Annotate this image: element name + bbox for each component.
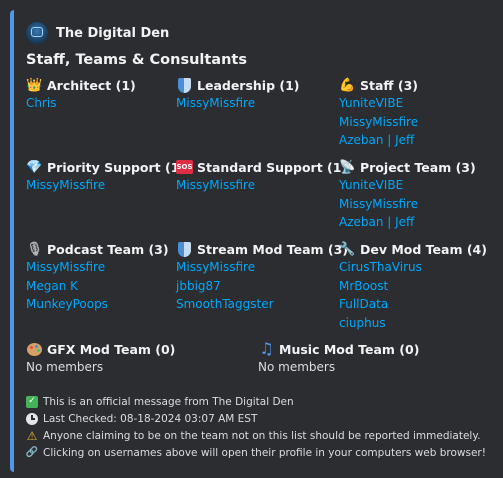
field-gfx-mod-team: GFX Mod Team (0) No members: [26, 340, 246, 377]
member-link[interactable]: MissyMissfire: [176, 94, 336, 113]
footer-text: This is an official message from The Dig…: [43, 395, 294, 408]
link-icon: 🔗: [25, 446, 39, 458]
member-link[interactable]: YuniteVIBE: [339, 94, 499, 113]
member-list: MissyMissfire: [176, 176, 336, 195]
footer-text: Last Checked: 08-18-2024 03:07 AM EST: [43, 412, 258, 425]
crown-icon: 👑: [26, 77, 43, 93]
member-link[interactable]: Azeban | Jeff: [339, 131, 499, 150]
footer-line: ⚠ Anyone claiming to be on the team not …: [26, 427, 491, 444]
empty-members-text: No members: [258, 360, 336, 374]
empty-members-text: No members: [26, 360, 104, 374]
field-title: Podcast Team (3): [47, 241, 169, 257]
field-title: Staff (3): [360, 77, 419, 93]
field-project-team: 📡 Project Team (3) YuniteVIBE MissyMissf…: [339, 158, 499, 232]
field-title: Project Team (3): [360, 159, 476, 175]
sos-icon: SOS: [176, 160, 193, 174]
field-title: GFX Mod Team (0): [47, 341, 176, 357]
flexed-biceps-icon: 💪: [339, 77, 356, 93]
field-title: Priority Support (1): [47, 159, 186, 175]
footer-text: Anyone claiming to be on the team not on…: [43, 429, 481, 442]
member-list: MissyMissfire Megan K MunkeyPoops: [26, 258, 186, 314]
field-title: Architect (1): [47, 77, 136, 93]
digital-den-logo-icon: [26, 22, 48, 44]
member-link[interactable]: MissyMissfire: [176, 176, 336, 195]
satellite-dish-icon: 📡: [339, 159, 356, 175]
field-staff: 💪 Staff (3) YuniteVIBE MissyMissfire Aze…: [339, 76, 499, 150]
field-priority-support: 💎 Priority Support (1) MissyMissfire: [26, 158, 186, 195]
field-title: Dev Mod Team (4): [360, 241, 487, 257]
field-architect: 👑 Architect (1) Chris: [26, 76, 186, 113]
member-link[interactable]: MissyMissfire: [176, 258, 336, 277]
member-link[interactable]: MissyMissfire: [339, 195, 499, 214]
musical-notes-icon: ♫: [259, 339, 274, 358]
embed-footer-notes: ✓ This is an official message from The D…: [26, 393, 491, 461]
warning-icon: ⚠: [26, 428, 38, 443]
member-link[interactable]: MunkeyPoops: [26, 295, 186, 314]
field-stream-mod-team: Stream Mod Team (3) MissyMissfire jbbig8…: [176, 240, 348, 314]
member-link[interactable]: Megan K: [26, 277, 186, 296]
member-list: MissyMissfire jbbig87 SmoothTaggster: [176, 258, 336, 314]
member-link[interactable]: MissyMissfire: [339, 113, 499, 132]
member-list: MissyMissfire: [26, 176, 186, 195]
footer-text: Clicking on usernames above will open th…: [43, 446, 486, 459]
member-link[interactable]: ciuphus: [339, 314, 499, 333]
member-list: Chris: [26, 94, 186, 113]
field-title: Standard Support (1): [197, 159, 348, 175]
microphone-icon: 🎙: [26, 241, 43, 257]
member-list: YuniteVIBE MissyMissfire Azeban | Jeff: [339, 94, 499, 150]
shield-icon: [178, 77, 191, 93]
field-standard-support: SOS Standard Support (1) MissyMissfire: [176, 158, 347, 195]
embed-card: The Digital Den Staff, Teams & Consultan…: [10, 10, 495, 472]
wrench-icon: 🔧: [339, 241, 356, 257]
member-list: MissyMissfire: [176, 94, 336, 113]
member-link[interactable]: Azeban | Jeff: [339, 213, 499, 232]
member-link[interactable]: Chris: [26, 94, 186, 113]
field-dev-mod-team: 🔧 Dev Mod Team (4) CirusThaVirus MrBoost…: [339, 240, 499, 332]
member-link[interactable]: FullData: [339, 295, 499, 314]
embed-author: The Digital Den: [26, 22, 483, 44]
field-title: Stream Mod Team (3): [197, 241, 349, 257]
member-link[interactable]: YuniteVIBE: [339, 176, 499, 195]
member-link[interactable]: MrBoost: [339, 277, 499, 296]
field-leadership: Leadership (1) MissyMissfire: [176, 76, 336, 113]
field-podcast-team: 🎙 Podcast Team (3) MissyMissfire Megan K…: [26, 240, 186, 314]
field-title: Leadership (1): [197, 77, 300, 93]
footer-line: ✓ This is an official message from The D…: [26, 393, 491, 410]
member-list: YuniteVIBE MissyMissfire Azeban | Jeff: [339, 176, 499, 232]
footer-line: 🔗 Clicking on usernames above will open …: [26, 444, 491, 461]
embed-title: Staff, Teams & Consultants: [26, 52, 247, 68]
check-mark-icon: ✓: [26, 395, 38, 408]
shield-icon: [178, 241, 191, 257]
footer-line: Last Checked: 08-18-2024 03:07 AM EST: [26, 410, 491, 427]
field-title: Music Mod Team (0): [279, 341, 420, 357]
member-link[interactable]: jbbig87: [176, 277, 336, 296]
member-link[interactable]: MissyMissfire: [26, 258, 186, 277]
member-link[interactable]: CirusThaVirus: [339, 258, 499, 277]
clock-icon: [26, 412, 38, 425]
member-link[interactable]: SmoothTaggster: [176, 295, 336, 314]
gem-icon: 💎: [26, 159, 43, 175]
member-list: CirusThaVirus MrBoost FullData ciuphus: [339, 258, 499, 332]
field-music-mod-team: ♫ Music Mod Team (0) No members: [258, 340, 478, 377]
member-link[interactable]: MissyMissfire: [26, 176, 186, 195]
author-name: The Digital Den: [56, 25, 170, 41]
palette-icon: [27, 342, 42, 356]
